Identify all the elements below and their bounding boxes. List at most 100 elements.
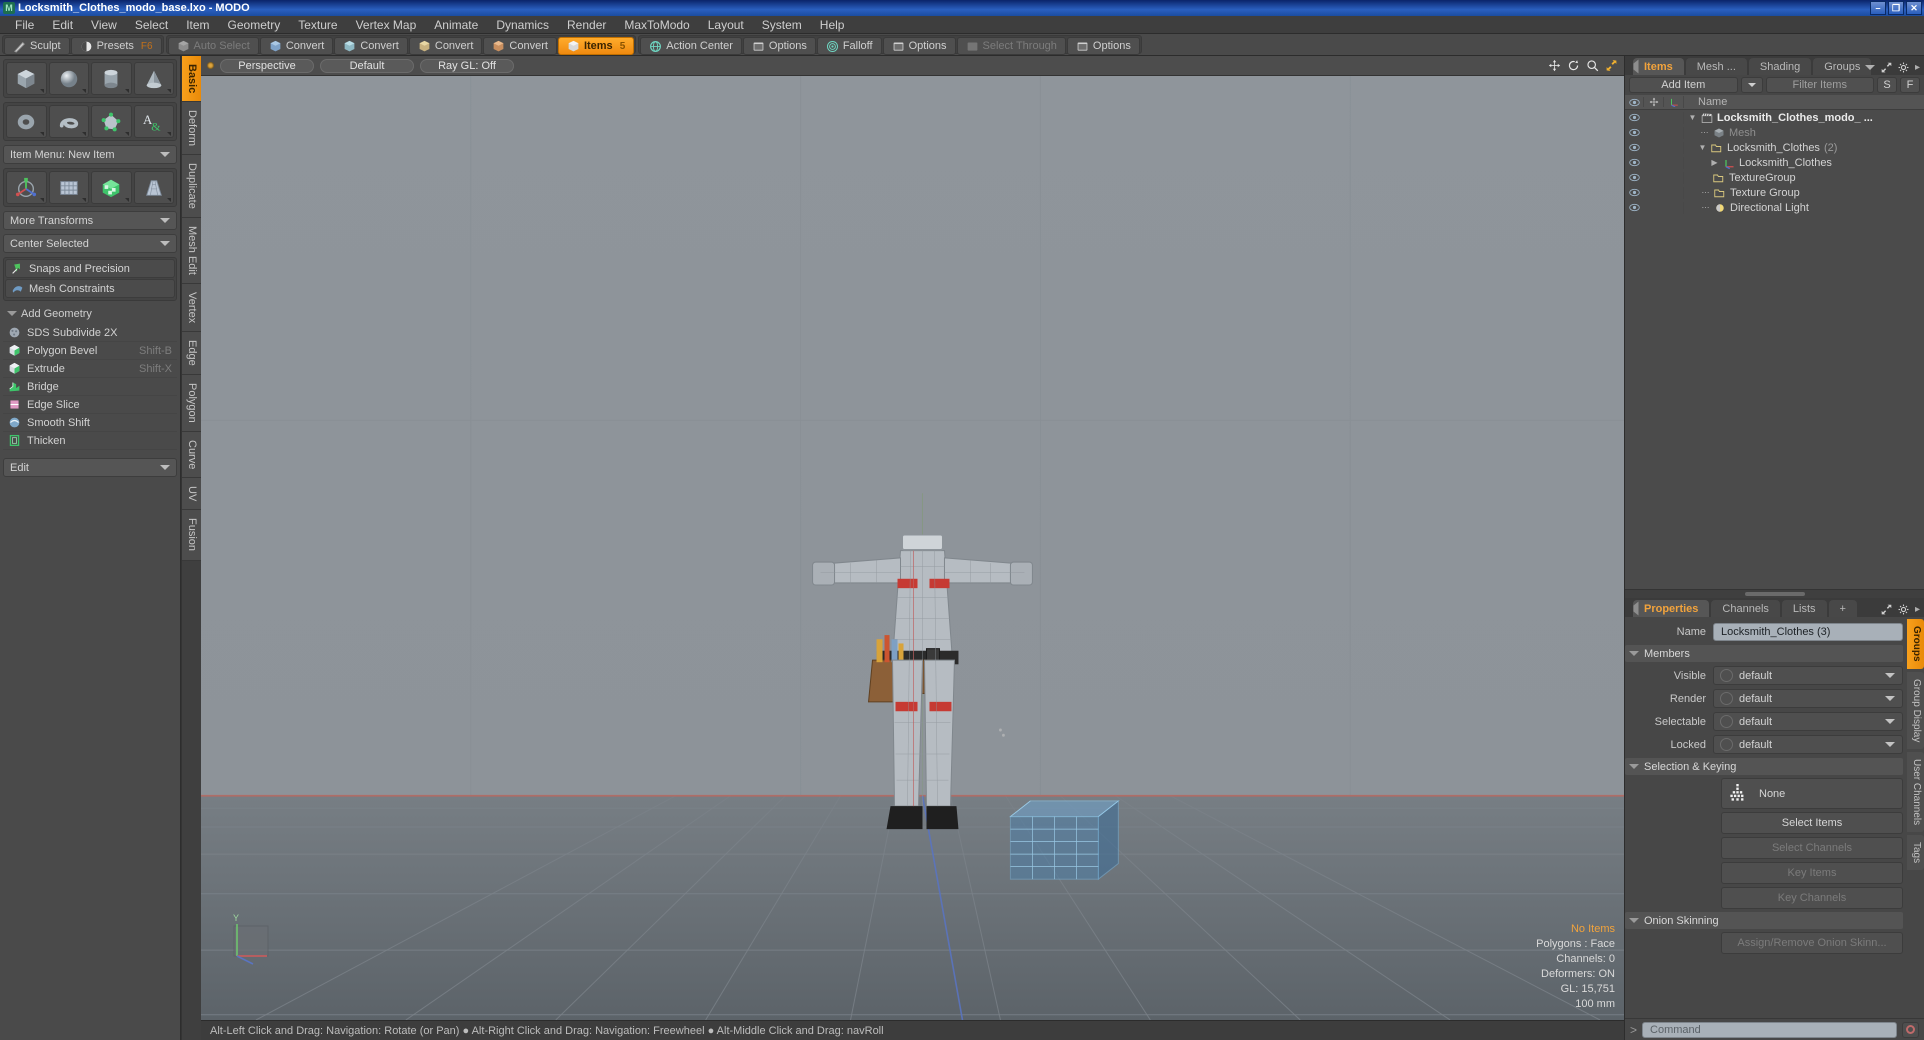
table-row[interactable]: ⋯ Mesh	[1625, 125, 1924, 140]
items-mode-button[interactable]: Items 5	[557, 37, 635, 55]
filter-s-button[interactable]: S	[1877, 77, 1897, 93]
move-view-icon[interactable]	[1548, 59, 1561, 72]
taper-button[interactable]	[133, 171, 174, 204]
snaps-and-precision-button[interactable]: Snaps and Precision	[5, 259, 175, 278]
menu-item-edit[interactable]: Edit	[43, 16, 82, 34]
menu-item-vertex-map[interactable]: Vertex Map	[347, 16, 426, 34]
more-transforms-dropdown[interactable]: More Transforms	[3, 211, 177, 230]
zoom-view-icon[interactable]	[1586, 59, 1599, 72]
vtab-deform[interactable]: Deform	[182, 102, 201, 156]
text-tool-button[interactable]: A &	[133, 105, 174, 138]
sculpt-button[interactable]: Sculpt	[4, 37, 70, 55]
polygon-pen-tool-button[interactable]	[91, 105, 132, 138]
tab-properties[interactable]: Properties	[1633, 600, 1710, 617]
vtab-uv[interactable]: UV	[182, 478, 201, 511]
menu-item-help[interactable]: Help	[811, 16, 854, 34]
menu-item-geometry[interactable]: Geometry	[219, 16, 290, 34]
vtab-edge[interactable]: Edge	[182, 332, 201, 376]
onion-skinning-section-header[interactable]: Onion Skinning	[1625, 912, 1903, 929]
center-selected-dropdown[interactable]: Center Selected	[3, 234, 177, 253]
chevron-down-icon[interactable]: ▼	[1698, 143, 1707, 152]
vtab-vertex[interactable]: Vertex	[182, 284, 201, 333]
sds-subdivide-button[interactable]: SDS Subdivide 2X	[3, 324, 177, 342]
table-row[interactable]: ⋯ Texture Group	[1625, 185, 1924, 200]
maximize-view-icon[interactable]	[1605, 59, 1618, 72]
table-row[interactable]: ⋯ Directional Light	[1625, 200, 1924, 215]
falloff-button[interactable]: Falloff	[816, 37, 882, 55]
gear-icon[interactable]	[1898, 604, 1909, 615]
presets-button[interactable]: Presets F6	[70, 37, 162, 55]
menu-item-animate[interactable]: Animate	[425, 16, 487, 34]
menu-item-system[interactable]: System	[753, 16, 811, 34]
close-button[interactable]: ✕	[1906, 1, 1922, 15]
table-row[interactable]: ▼ Locksmith_Clothes_modo_ ...	[1625, 110, 1924, 125]
expand-icon[interactable]	[1881, 604, 1892, 615]
gear-icon[interactable]	[1898, 62, 1909, 73]
render-dropdown[interactable]: default	[1713, 689, 1903, 708]
torus-tool-button[interactable]	[6, 105, 47, 138]
tab-mesh[interactable]: Mesh ...	[1685, 58, 1747, 75]
row-visibility-toggle[interactable]	[1625, 158, 1643, 167]
menu-item-texture[interactable]: Texture	[289, 16, 346, 34]
menu-item-select[interactable]: Select	[126, 16, 177, 34]
vtab-fusion[interactable]: Fusion	[182, 510, 201, 561]
thicken-button[interactable]: Thicken	[3, 432, 177, 450]
assign-remove-onion-skin-button[interactable]: Assign/Remove Onion Skinn...	[1721, 932, 1903, 954]
tab-items[interactable]: Items	[1633, 58, 1684, 75]
row-visibility-toggle[interactable]	[1625, 113, 1643, 122]
viewport-menu-dot[interactable]	[207, 62, 214, 69]
extrude-button[interactable]: Extrude Shift-X	[3, 360, 177, 378]
cube-tool-button[interactable]	[6, 62, 47, 95]
select-through-button[interactable]: Select Through	[956, 37, 1066, 55]
menu-item-file[interactable]: File	[6, 16, 43, 34]
convert-materials-button[interactable]: Convert	[483, 37, 557, 55]
select-items-button[interactable]: Select Items	[1721, 812, 1903, 834]
tab-shading[interactable]: Shading	[1748, 58, 1812, 75]
add-geometry-section-header[interactable]: Add Geometry	[3, 305, 177, 322]
pvtab-group-display[interactable]: Group Display	[1907, 671, 1924, 749]
cylinder-tool-button[interactable]	[91, 62, 132, 95]
convert-polygons-button[interactable]: Convert	[408, 37, 483, 55]
tab-groups[interactable]: Groups	[1813, 58, 1872, 75]
polygon-bevel-button[interactable]: Polygon Bevel Shift-B	[3, 342, 177, 360]
maximize-button[interactable]: ❐	[1888, 1, 1904, 15]
sphere-tool-button[interactable]	[48, 62, 89, 95]
chevron-down-icon[interactable]: ▼	[1688, 113, 1697, 122]
vtab-polygon[interactable]: Polygon	[182, 375, 201, 432]
chevron-right-icon[interactable]: ▶	[1710, 158, 1719, 167]
convert-vertices-button[interactable]: Convert	[259, 37, 334, 55]
falloff-options-button[interactable]: Options	[882, 37, 956, 55]
transform-gizmo-button[interactable]	[6, 171, 47, 204]
vtab-mesh-edit[interactable]: Mesh Edit	[182, 218, 201, 285]
row-visibility-toggle[interactable]	[1625, 173, 1643, 182]
row-visibility-toggle[interactable]	[1625, 188, 1643, 197]
row-visibility-toggle[interactable]	[1625, 143, 1643, 152]
mesh-constraints-button[interactable]: Mesh Constraints	[5, 279, 175, 298]
add-item-button[interactable]: Add Item	[1629, 77, 1738, 93]
spiral-tool-button[interactable]	[48, 105, 89, 138]
pvtab-user-channels[interactable]: User Channels	[1907, 751, 1924, 833]
mesh-grid-button[interactable]	[48, 171, 89, 204]
tab-lists[interactable]: Lists	[1781, 600, 1827, 617]
table-row[interactable]: ▶ Locksmith_Clothes	[1625, 155, 1924, 170]
members-section-header[interactable]: Members	[1625, 645, 1903, 662]
menu-item-render[interactable]: Render	[558, 16, 615, 34]
chevron-down-icon[interactable]	[1864, 65, 1875, 70]
row-visibility-toggle[interactable]	[1625, 128, 1643, 137]
action-center-button[interactable]: Action Center	[640, 37, 742, 55]
minimize-button[interactable]: –	[1870, 1, 1886, 15]
table-row[interactable]: ▼ Locksmith_Clothes (2)	[1625, 140, 1924, 155]
key-items-button[interactable]: Key Items	[1721, 862, 1903, 884]
pvtab-tags[interactable]: Tags	[1907, 835, 1924, 871]
smooth-shift-button[interactable]: Smooth Shift	[3, 414, 177, 432]
bridge-button[interactable]: Bridge	[3, 378, 177, 396]
add-item-dropdown-button[interactable]	[1740, 77, 1763, 93]
convert-edges-button[interactable]: Convert	[334, 37, 408, 55]
cone-tool-button[interactable]	[133, 62, 174, 95]
name-field[interactable]: Locksmith_Clothes (3)	[1713, 622, 1903, 641]
checker-cube-button[interactable]	[91, 171, 132, 204]
vtab-duplicate[interactable]: Duplicate	[182, 155, 201, 219]
menu-item-view[interactable]: View	[82, 16, 126, 34]
selection-keying-section-header[interactable]: Selection & Keying	[1625, 758, 1903, 775]
pvtab-groups[interactable]: Groups	[1907, 619, 1924, 669]
